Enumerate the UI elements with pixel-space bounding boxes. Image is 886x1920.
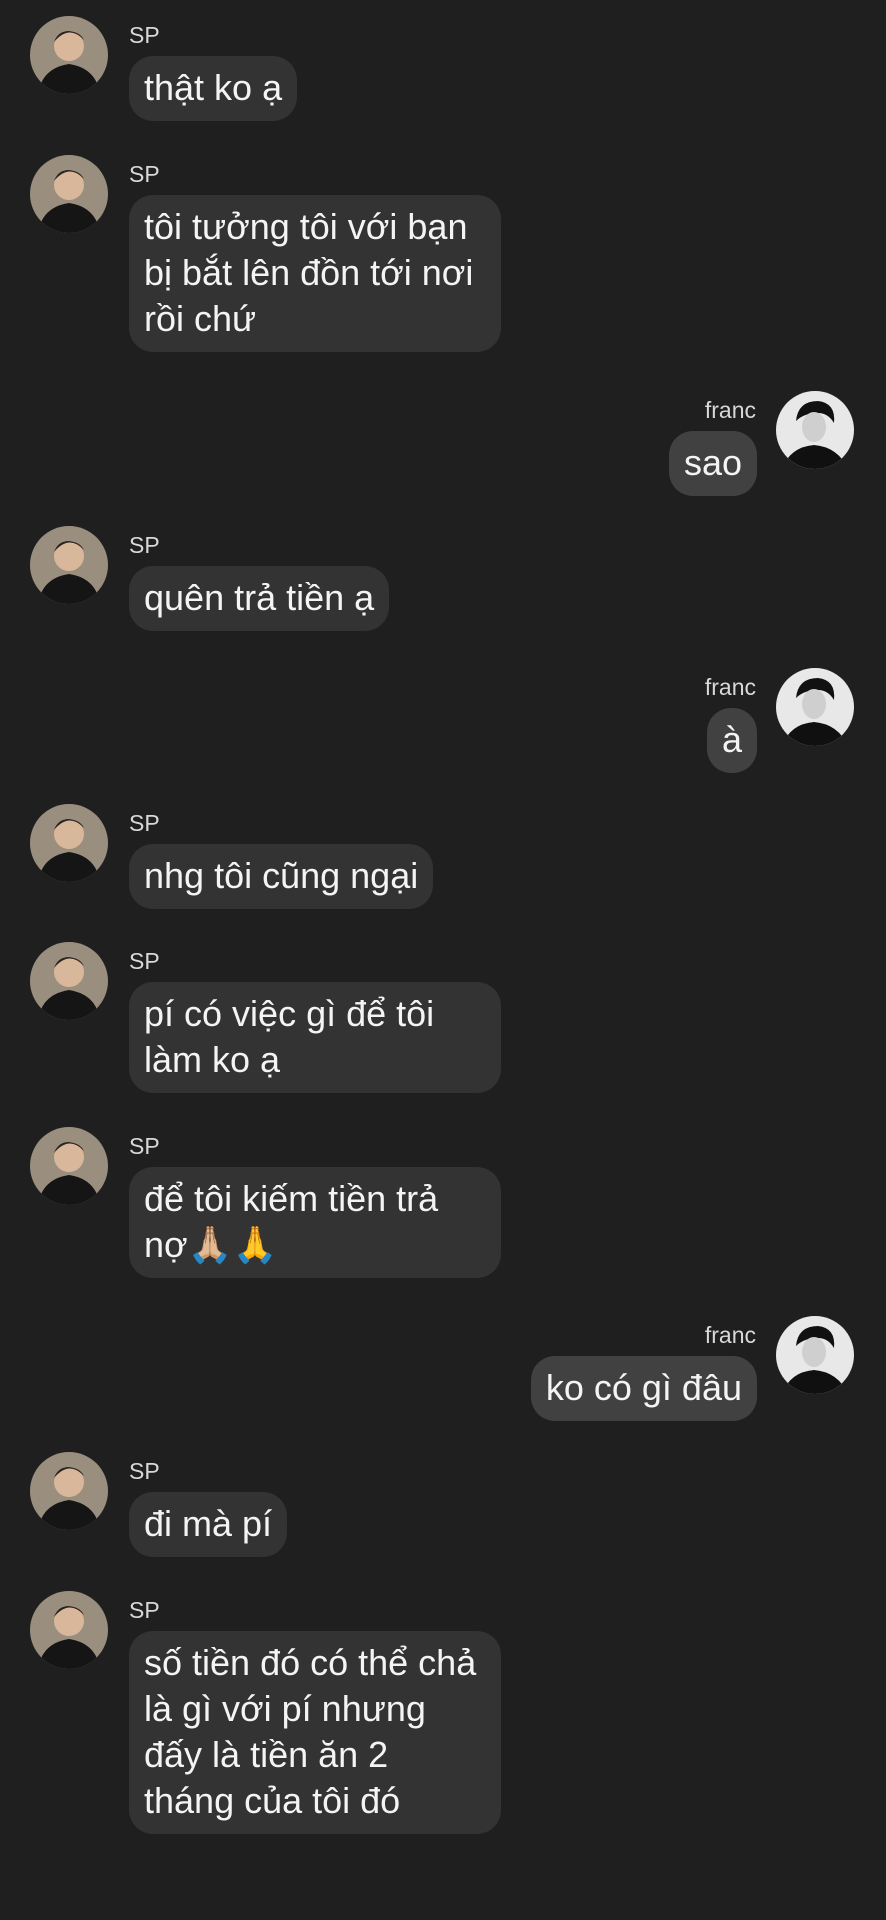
person-icon: [776, 391, 854, 469]
message-bubble[interactable]: để tôi kiếm tiền trả nợ🙏🏼🙏: [129, 1167, 501, 1278]
person-icon: [30, 1127, 108, 1205]
person-icon: [776, 1316, 854, 1394]
avatar-sp[interactable]: [30, 1127, 108, 1205]
person-icon: [30, 16, 108, 94]
avatar-franc[interactable]: [776, 391, 854, 469]
person-icon: [30, 1591, 108, 1669]
person-icon: [776, 668, 854, 746]
message-bubble[interactable]: tôi tưởng tôi với bạn bị bắt lên đồn tới…: [129, 195, 501, 352]
sender-name: SP: [129, 22, 160, 48]
sender-name: franc: [704, 1322, 756, 1348]
message-bubble[interactable]: sao: [668, 431, 757, 496]
avatar-sp[interactable]: [30, 942, 108, 1020]
message-bubble[interactable]: pí có việc gì để tôi làm ko ạ: [129, 982, 501, 1093]
sender-name: SP: [129, 948, 160, 974]
message-bubble[interactable]: số tiền đó có thể chả là gì với pí nhưng…: [129, 1631, 501, 1834]
chat-thread[interactable]: SP thật ko ạ SP tôi tưởng tôi với bạn bị…: [0, 0, 886, 1920]
sender-name: SP: [129, 1597, 160, 1623]
message-bubble[interactable]: nhg tôi cũng ngại: [129, 844, 434, 909]
avatar-sp[interactable]: [30, 1591, 108, 1669]
avatar-sp[interactable]: [30, 16, 108, 94]
avatar-sp[interactable]: [30, 155, 108, 233]
message-bubble[interactable]: ko có gì đâu: [530, 1356, 757, 1421]
message-bubble[interactable]: quên trả tiền ạ: [129, 566, 390, 631]
message-bubble[interactable]: à: [706, 708, 757, 773]
person-icon: [30, 155, 108, 233]
avatar-sp[interactable]: [30, 526, 108, 604]
person-icon: [30, 526, 108, 604]
avatar-franc[interactable]: [776, 1316, 854, 1394]
sender-name: SP: [129, 1458, 160, 1484]
message-bubble[interactable]: thật ko ạ: [129, 56, 298, 121]
avatar-sp[interactable]: [30, 804, 108, 882]
sender-name: SP: [129, 161, 160, 187]
sender-name: SP: [129, 532, 160, 558]
person-icon: [30, 804, 108, 882]
avatar-sp[interactable]: [30, 1452, 108, 1530]
message-bubble[interactable]: đi mà pí: [129, 1492, 288, 1557]
sender-name: franc: [704, 674, 756, 700]
person-icon: [30, 942, 108, 1020]
person-icon: [30, 1452, 108, 1530]
avatar-franc[interactable]: [776, 668, 854, 746]
sender-name: franc: [704, 397, 756, 423]
sender-name: SP: [129, 1133, 160, 1159]
sender-name: SP: [129, 810, 160, 836]
